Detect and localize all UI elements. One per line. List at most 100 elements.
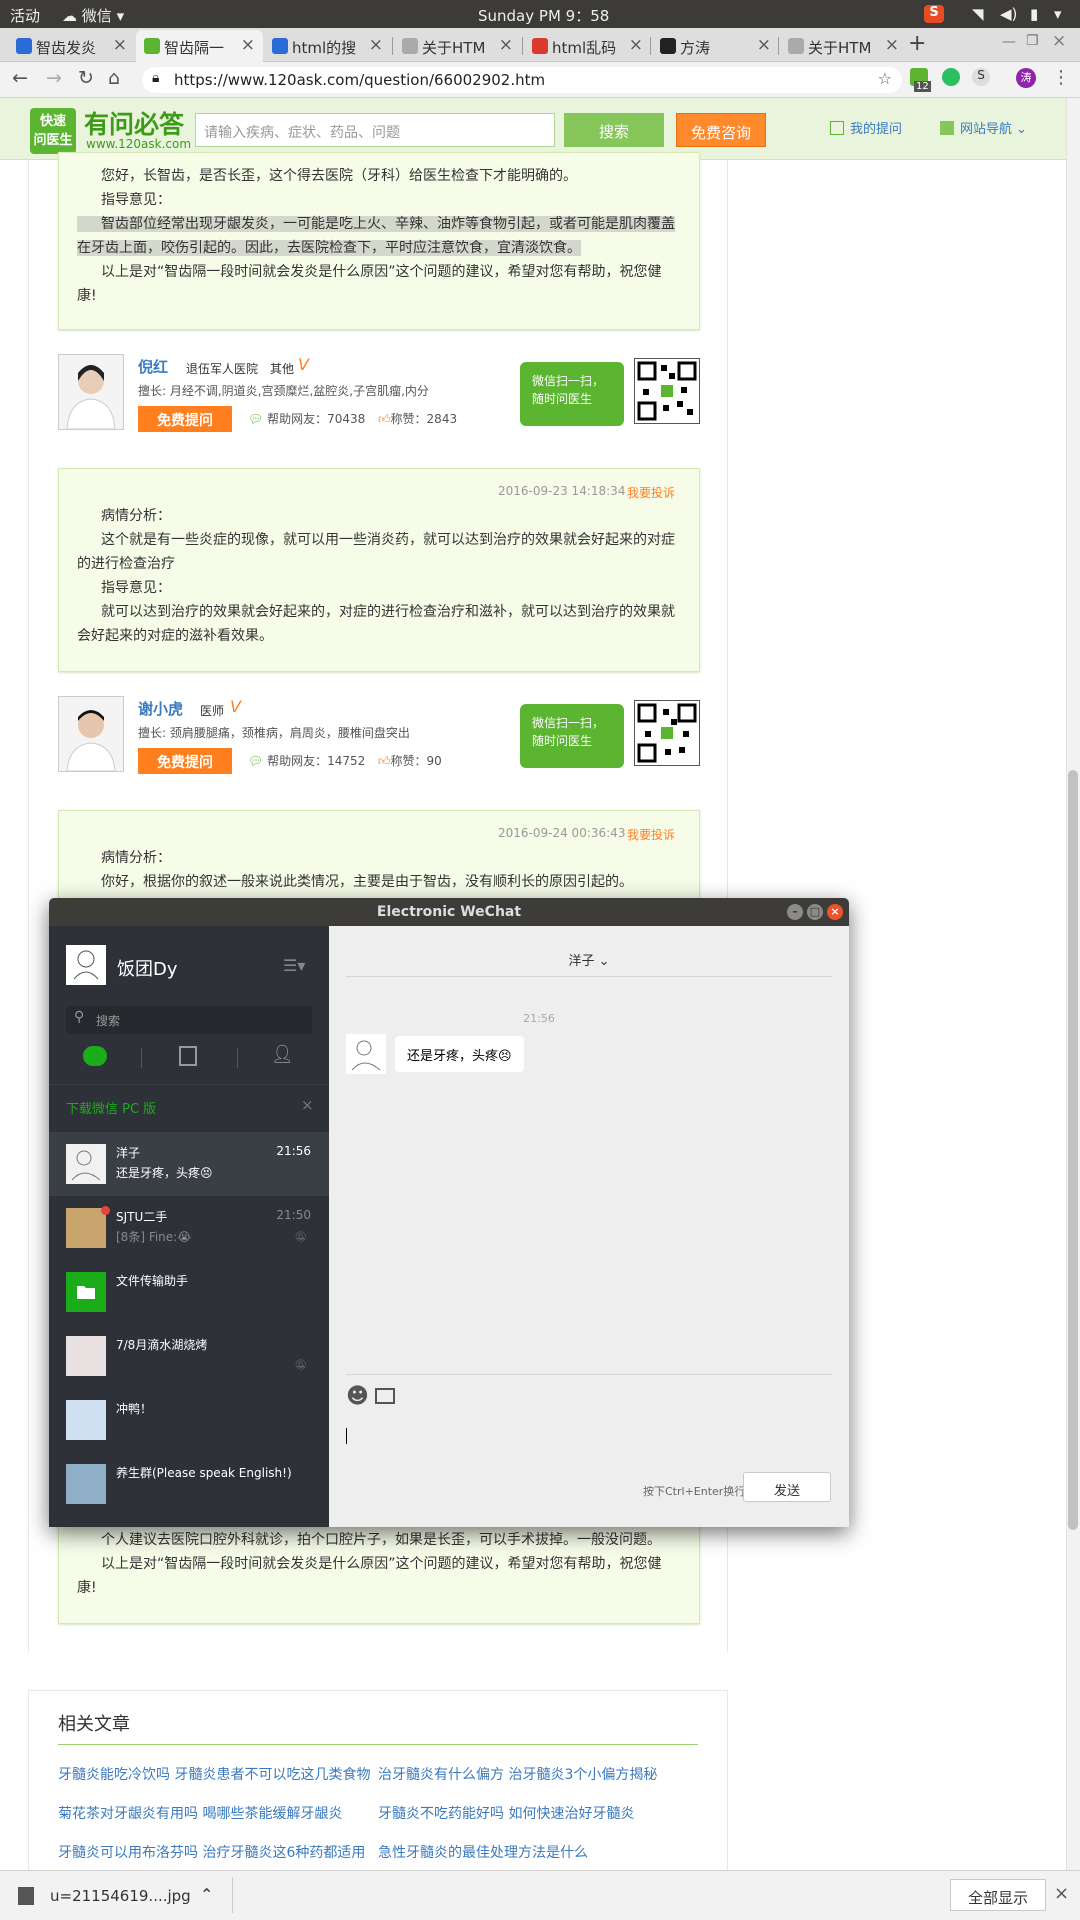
battery-icon[interactable]: ▮ xyxy=(1030,5,1038,23)
home-icon[interactable]: ⌂ xyxy=(108,67,120,89)
complaint-link[interactable]: 我要投诉 xyxy=(627,484,675,501)
reload-icon[interactable]: ↻ xyxy=(78,67,94,89)
tab-close-icon[interactable]: × xyxy=(241,35,255,55)
brand-name[interactable]: 有问必答 xyxy=(84,105,184,141)
wechat-maximize-icon[interactable]: □ xyxy=(807,904,823,920)
profile-avatar[interactable]: 涛 xyxy=(1016,68,1036,88)
complaint-link[interactable]: 我要投诉 xyxy=(627,826,675,843)
wechat-minimize-icon[interactable]: – xyxy=(787,904,803,920)
chat-search-input[interactable]: ⚲ 搜索 xyxy=(66,1006,312,1034)
related-link[interactable]: 治牙髓炎有什么偏方 治牙髓炎3个小偏方揭秘 xyxy=(378,1764,657,1784)
close-download-bar-icon[interactable]: × xyxy=(1054,1883,1069,1904)
tab-active[interactable]: 智齿隔一 × xyxy=(136,30,263,62)
tab-title: 智齿发炎 xyxy=(36,39,97,57)
emoji-icon[interactable]: ☻ xyxy=(346,1384,369,1409)
wechat-titlebar[interactable]: Electronic WeChat – □ × xyxy=(49,898,849,926)
clock[interactable]: Sunday PM 9：58 xyxy=(478,5,698,26)
wechat-app-menu[interactable]: ☁ 微信 ▾ xyxy=(62,5,124,26)
related-link[interactable]: 牙髓炎不吃药能好吗 如何快速治好牙髓炎 xyxy=(378,1803,634,1823)
tab[interactable]: html乱码 × xyxy=(524,30,651,62)
tab-close-icon[interactable]: × xyxy=(629,35,643,55)
answer-date: 2016-09-24 00:36:43 xyxy=(498,826,626,840)
restore-window-icon[interactable]: ❐ xyxy=(1026,33,1039,49)
chat-list-item[interactable]: 洋子 还是牙疼，头疼😣 21:56 xyxy=(49,1132,329,1196)
tab-close-icon[interactable]: × xyxy=(499,35,513,55)
tab-title: 关于HTM xyxy=(422,39,486,57)
related-link[interactable]: 牙髓炎可以用布洛芬吗 治疗牙髓炎这6种药都适用 xyxy=(58,1842,365,1862)
site-nav-link[interactable]: 网站导航 ⌄ xyxy=(940,118,1027,137)
system-menu-icon[interactable]: ▾ xyxy=(1054,5,1062,23)
group-avatar xyxy=(66,1208,106,1248)
tab[interactable]: 方涛 × xyxy=(652,30,779,62)
related-link[interactable]: 菊花茶对牙龈炎有用吗 喝哪些茶能缓解牙龈炎 xyxy=(58,1803,342,1823)
tab-close-icon[interactable]: × xyxy=(369,35,383,55)
related-link[interactable]: 牙髓炎能吃冷饮吗 牙髓炎患者不可以吃这几类食物 xyxy=(58,1764,370,1784)
wifi-icon[interactable]: ◥ xyxy=(972,5,984,23)
folder-icon[interactable] xyxy=(375,1388,395,1404)
mute-bell-icon: 🔕︎ xyxy=(294,1360,307,1371)
browser-menu-icon[interactable]: ⋮ xyxy=(1052,67,1070,88)
site-search-button[interactable]: 搜索 xyxy=(564,113,664,147)
download-item[interactable]: u=21154619....jpg ⌃ xyxy=(18,1881,230,1911)
doctor-name-link[interactable]: 谢小虎 xyxy=(138,698,183,719)
closing-text: 以上是对“智齿隔一段时间就会发炎是什么原因”这个问题的建议，希望对您有帮助，祝您… xyxy=(101,1556,662,1572)
s-extension-icon[interactable]: S xyxy=(972,68,990,86)
wechat-tip-line: 微信扫一扫， xyxy=(532,716,605,730)
volume-icon[interactable]: ◀) xyxy=(1000,5,1017,23)
contacts-tab-icon[interactable]: 👤︎ xyxy=(271,1044,294,1065)
address-bar[interactable]: 🔒︎ https://www.120ask.com/question/66002… xyxy=(142,67,902,93)
activities-button[interactable]: 活动 xyxy=(10,5,40,26)
tab-title: html乱码 xyxy=(552,39,617,57)
browser-tab-strip: 智齿发炎 × 智齿隔一 × html的搜 × 关于HTM × html乱码 × 方涛 × 关… xyxy=(0,28,1080,62)
120ask-favicon-icon xyxy=(144,38,160,54)
message-bubble[interactable]: 还是牙疼，头疼😣 xyxy=(395,1036,524,1072)
doctor-name-link[interactable]: 倪红 xyxy=(138,356,168,377)
send-button[interactable]: 发送 xyxy=(743,1472,831,1502)
chat-list-item[interactable]: 冲鸭！ xyxy=(49,1388,329,1452)
conversation-contact-title[interactable]: 洋子 ⌄ xyxy=(329,950,849,969)
site-search-input[interactable]: 请输入疾病、症状、药品、问题 xyxy=(195,113,555,147)
download-pc-banner[interactable]: 下载微信 PC 版 xyxy=(66,1098,156,1117)
tab-close-icon[interactable]: × xyxy=(885,35,899,55)
contact-avatar[interactable] xyxy=(346,1034,386,1074)
sogou-ime-icon[interactable]: S xyxy=(924,5,944,23)
free-ask-button[interactable]: 免费提问 xyxy=(138,406,232,432)
banner-close-icon[interactable]: × xyxy=(301,1096,314,1114)
tab-close-icon[interactable]: × xyxy=(113,35,127,55)
wechat-close-icon[interactable]: × xyxy=(827,904,843,920)
new-tab-button[interactable]: + xyxy=(908,31,926,56)
tab-close-icon[interactable]: × xyxy=(757,35,771,55)
forward-icon[interactable]: → xyxy=(46,67,62,89)
user-avatar[interactable] xyxy=(66,945,106,985)
chat-list-item[interactable]: SJTU二手 [8条] Fine:😭 21:50 🔕︎ xyxy=(49,1196,329,1260)
menu-icon[interactable]: ☰▾ xyxy=(283,956,305,975)
chevron-up-icon[interactable]: ⌃ xyxy=(200,1885,213,1904)
minimize-window-icon[interactable]: — xyxy=(1002,34,1016,50)
tab[interactable]: html的搜 × xyxy=(264,30,391,62)
site-nav-label: 网站导航 xyxy=(960,122,1013,137)
tab[interactable]: 关于HTM × xyxy=(394,30,521,62)
my-questions-link[interactable]: 我的提问 xyxy=(830,118,902,137)
chat-list-item[interactable]: 文件传输助手 xyxy=(49,1260,329,1324)
site-logo[interactable]: 快速 问医生 xyxy=(30,108,76,154)
tab[interactable]: 智齿发炎 × xyxy=(8,30,135,62)
chat-list-item[interactable]: 7/8月滴水湖烧烤 🔕︎ xyxy=(49,1324,329,1388)
doctor-photo[interactable] xyxy=(58,696,124,772)
scrollbar-thumb[interactable] xyxy=(1068,770,1078,1530)
close-window-icon[interactable]: × xyxy=(1052,31,1066,51)
bookmark-star-icon[interactable]: ☆ xyxy=(878,69,892,88)
analysis-text: 你好，根据你的叙述一般来说此类情况，主要是由于智齿，没有顺利长的原因引起的。 xyxy=(101,874,633,890)
file-icon xyxy=(18,1887,34,1905)
doctor-photo[interactable] xyxy=(58,354,124,430)
helped-count: 帮助网友：70438 xyxy=(267,412,366,426)
back-icon[interactable]: ← xyxy=(12,67,28,89)
tab[interactable]: 关于HTM × xyxy=(780,30,907,62)
show-all-downloads-button[interactable]: 全部显示 xyxy=(950,1879,1046,1911)
free-consult-button[interactable]: 免费咨询 xyxy=(676,113,766,147)
evernote-icon[interactable] xyxy=(942,68,960,86)
related-link[interactable]: 急性牙髓炎的最佳处理方法是什么 xyxy=(378,1842,588,1862)
free-ask-button[interactable]: 免费提问 xyxy=(138,748,232,774)
chats-tab-icon[interactable] xyxy=(83,1046,107,1066)
articles-tab-icon[interactable] xyxy=(179,1046,197,1066)
chat-list-item[interactable]: 养生群(Please speak English!) xyxy=(49,1452,329,1516)
